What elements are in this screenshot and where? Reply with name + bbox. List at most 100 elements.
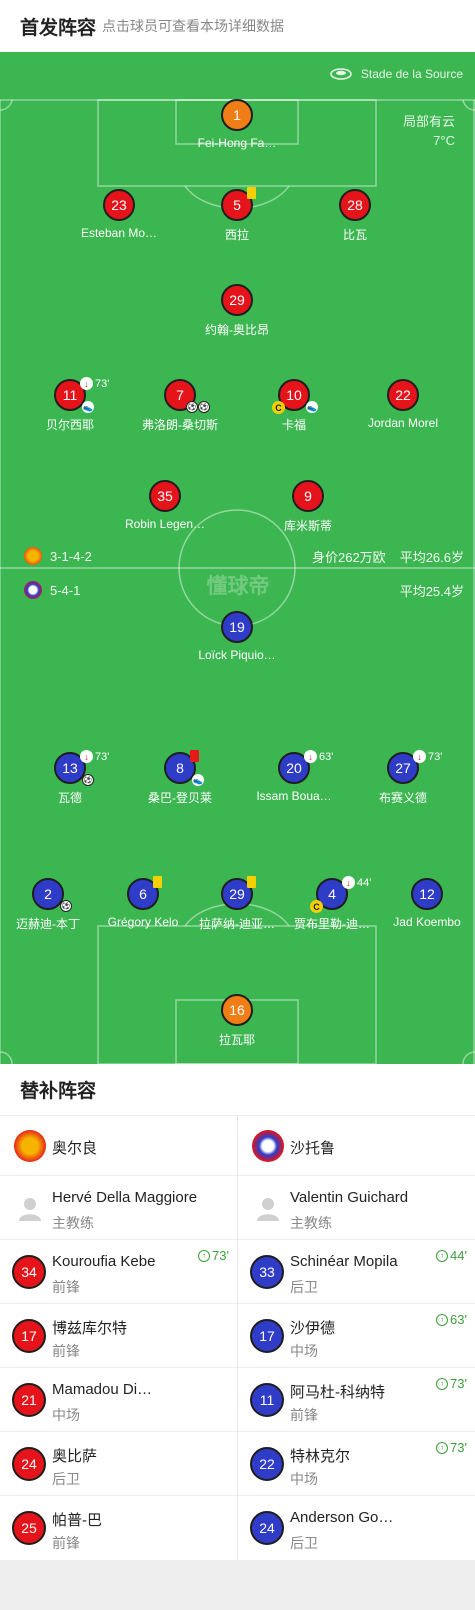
weather-temperature: 7°C — [433, 133, 455, 148]
sub-player-row[interactable]: 11 阿马杜-科纳特 前锋 ↑ 73' — [238, 1368, 475, 1432]
player-home-28[interactable]: 28 比瓦 — [307, 189, 403, 247]
player-name: Fei-Hong Fa… — [197, 136, 277, 150]
player-name: 布赛义德 — [378, 791, 427, 805]
player-home-29[interactable]: 29 约翰-奥比昂 — [189, 284, 285, 342]
sub-in-icon: ↑ — [436, 1249, 449, 1262]
sub-in-minute: 63' — [450, 1312, 467, 1327]
sub-player-row[interactable]: 17 沙伊德 中场 ↑ 63' — [238, 1304, 475, 1368]
pitch: Stade de la Source 局部有云 7°C 懂球帝 1 Fei-Ho… — [0, 52, 475, 1064]
sub-name: 帕普-巴 — [52, 1512, 102, 1529]
yellow-card-icon — [247, 876, 256, 888]
sub-number: 24 — [12, 1447, 46, 1481]
player-home-22[interactable]: 22 Jordan Morel — [355, 379, 451, 437]
home-subs-column: 奥尔良 Hervé Della Maggiore 主教练 34 Kouroufi… — [0, 1116, 237, 1560]
sub-position: 前锋 — [290, 1407, 318, 1423]
player-away-19[interactable]: 19 Loïck Piquio… — [189, 611, 285, 669]
sub-out-icon: ↓ — [304, 750, 317, 763]
lineup-header: 首发阵容 点击球员可查看本场详细数据 — [0, 0, 475, 52]
player-number: 28 — [339, 189, 371, 221]
lineup-title: 首发阵容 — [20, 17, 97, 39]
lineup-hint: 点击球员可查看本场详细数据 — [102, 18, 285, 34]
player-number: 35 — [149, 480, 181, 512]
sub-player-row[interactable]: 17 博兹库尔特 前锋 — [0, 1304, 237, 1368]
player-away-2[interactable]: 2 ⚽ 迈赫迪-本丁 — [0, 878, 96, 936]
coach-name: Valentin Guichard — [290, 1189, 409, 1206]
sub-player-row[interactable]: 24 Anderson Go… 后卫 — [238, 1496, 475, 1560]
goal-icon: ⚽ — [82, 774, 94, 786]
player-name: 西拉 — [224, 228, 249, 242]
player-away-16[interactable]: 16 拉瓦耶 — [189, 994, 285, 1052]
weather-condition: 局部有云 — [402, 114, 455, 129]
red-card-icon — [190, 750, 199, 762]
player-home-1[interactable]: 1 Fei-Hong Fa… — [189, 99, 285, 157]
player-away-13[interactable]: 13 ↓ 73' ⚽ 瓦德 — [22, 750, 118, 810]
sub-player-row[interactable]: 34 Kouroufia Kebe 前锋 ↑ 73' — [0, 1240, 237, 1304]
player-away-8[interactable]: 8 👟 桑巴-登贝莱 — [132, 750, 228, 810]
player-number: 1 — [221, 99, 253, 131]
sub-player-row[interactable]: 22 特林克尔 中场 ↑ 73' — [238, 1432, 475, 1496]
sub-position: 中场 — [52, 1407, 80, 1423]
player-name: 比瓦 — [342, 228, 367, 242]
player-away-12[interactable]: 12 Jad Koembo — [379, 878, 475, 936]
sub-number: 22 — [250, 1447, 284, 1481]
sub-in-marker: ↑ 44' — [436, 1248, 467, 1263]
player-name: 弗洛朗-桑切斯 — [142, 418, 218, 432]
chateauroux-badge-icon — [24, 581, 42, 599]
club-name: 沙托鲁 — [290, 1140, 336, 1157]
player-away-27[interactable]: 27 ↓ 73' 布赛义德 — [355, 750, 451, 810]
player-away-6[interactable]: 6 Grégory Kelo — [95, 876, 191, 936]
player-home-35[interactable]: 35 Robin Legen… — [117, 480, 213, 538]
player-number: 16 — [221, 994, 253, 1026]
weather: 局部有云 7°C — [403, 112, 455, 150]
coach-role: 主教练 — [52, 1215, 94, 1231]
player-home-11[interactable]: 11 ↓ 73' 👟 贝尔西耶 — [22, 377, 118, 437]
sub-name: 博兹库尔特 — [52, 1320, 128, 1337]
chateauroux-badge-icon — [252, 1130, 284, 1162]
sub-player-row[interactable]: 21 Mamadou Di… 中场 — [0, 1368, 237, 1432]
player-away-29[interactable]: 29 拉萨纳-迪亚… — [189, 876, 285, 936]
sub-out-icon: ↓ — [413, 750, 426, 763]
player-home-10[interactable]: 10 C 👟 卡福 — [246, 379, 342, 437]
yellow-card-icon — [153, 876, 162, 888]
home-avg-age: 平均26.6岁 — [399, 549, 464, 565]
sub-in-minute: 73' — [450, 1440, 467, 1455]
player-name: 瓦德 — [57, 791, 82, 805]
player-name: Esteban Mo… — [80, 226, 158, 240]
player-away-4[interactable]: 4 C ↓ 44' 贾布里勒-迪… — [284, 876, 380, 936]
home-formation: 3-1-4-2 — [50, 548, 92, 564]
sub-in-icon: ↑ — [436, 1377, 449, 1390]
sub-in-marker: ↑ 73' — [198, 1248, 229, 1263]
sub-out-minute: 63' — [319, 750, 334, 763]
sub-in-marker: ↑ 73' — [436, 1440, 467, 1455]
sub-out-marker: ↓ 44' — [342, 876, 371, 889]
home-club-row[interactable]: 奥尔良 — [0, 1116, 237, 1176]
sub-player-row[interactable]: 24 奥比萨 后卫 — [0, 1432, 237, 1496]
sub-position: 前锋 — [52, 1343, 80, 1359]
player-number: 12 — [411, 878, 443, 910]
sub-number: 21 — [12, 1383, 46, 1417]
player-home-9[interactable]: 9 库米斯蒂 — [260, 480, 356, 538]
player-name: 桑巴-登贝莱 — [148, 791, 212, 805]
club-name: 奥尔良 — [52, 1140, 98, 1157]
player-away-20[interactable]: 20 ↓ 63' Issam Boua… — [246, 750, 342, 810]
sub-position: 中场 — [290, 1471, 318, 1487]
away-club-row[interactable]: 沙托鲁 — [238, 1116, 475, 1176]
player-home-23[interactable]: 23 Esteban Mo… — [71, 189, 167, 247]
home-coach-row[interactable]: Hervé Della Maggiore 主教练 — [0, 1176, 237, 1240]
sub-out-minute: 73' — [95, 377, 110, 390]
player-name: 卡福 — [281, 418, 306, 432]
player-home-5[interactable]: 5 西拉 — [189, 187, 285, 247]
sub-out-marker: ↓ 73' — [80, 750, 109, 763]
sub-in-minute: 44' — [450, 1248, 467, 1263]
coach-avatar-icon — [257, 1198, 279, 1221]
home-team-bar: 3-1-4-2 身价262万欧 平均26.6岁 — [24, 546, 464, 566]
sub-player-row[interactable]: 33 Schinéar Mopila 后卫 ↑ 44' — [238, 1240, 475, 1304]
sub-in-minute: 73' — [450, 1376, 467, 1391]
player-home-7[interactable]: 7 ⚽ ⚽ 弗洛朗-桑切斯 — [132, 379, 228, 437]
sub-position: 后卫 — [52, 1471, 80, 1487]
sub-player-row[interactable]: 25 帕普-巴 前锋 — [0, 1496, 237, 1560]
subs-title: 替补阵容 — [0, 1064, 475, 1116]
away-coach-row[interactable]: Valentin Guichard 主教练 — [238, 1176, 475, 1240]
sub-in-marker: ↑ 63' — [436, 1312, 467, 1327]
orleans-badge-icon — [24, 547, 42, 565]
